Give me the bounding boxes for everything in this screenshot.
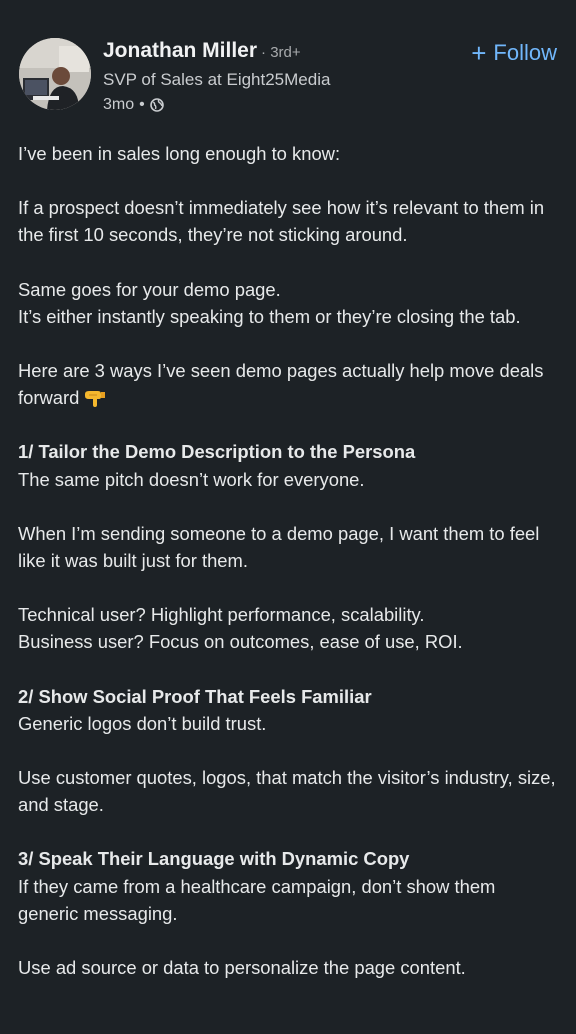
- backhand-index-pointing-down-icon: [83, 388, 107, 408]
- post-paragraph: Same goes for your demo page.: [18, 278, 281, 300]
- meta-separator: •: [139, 96, 145, 113]
- post-paragraph: Generic logos don’t build trust.: [18, 712, 267, 734]
- plus-icon: +: [471, 38, 487, 68]
- post-paragraph: Here are 3 ways I’ve seen demo pages act…: [18, 357, 558, 411]
- follow-label: Follow: [493, 40, 557, 65]
- post-paragraph: Technical user? Highlight performance, s…: [18, 604, 425, 626]
- globe-icon: [149, 98, 164, 112]
- connection-degree: · 3rd+: [261, 44, 301, 61]
- post-paragraph: When I’m sending someone to a demo page,…: [18, 522, 540, 572]
- post-header: Jonathan Miller · 3rd+ SVP of Sales at E…: [0, 0, 576, 130]
- post-paragraph: Use customer quotes, logos, that match t…: [18, 767, 556, 816]
- post-paragraph: If they came from a healthcare campaign,…: [18, 875, 496, 924]
- follow-button[interactable]: + Follow: [471, 40, 557, 66]
- profile-photo-icon: [19, 38, 91, 110]
- post-paragraph: Business user? Focus on outcomes, ease o…: [18, 631, 463, 653]
- author-headline: SVP of Sales at Eight25Media: [103, 70, 331, 89]
- section-heading: 1/ Tailor the Demo Description to the Pe…: [18, 441, 416, 463]
- avatar[interactable]: [19, 38, 91, 110]
- post-paragraph: It’s either instantly speaking to them o…: [18, 305, 521, 327]
- author-name[interactable]: Jonathan Miller: [103, 39, 257, 63]
- author-name-row: Jonathan Miller · 3rd+: [103, 39, 301, 63]
- post-body: I’ve been in sales long enough to know: …: [18, 140, 558, 981]
- post-paragraph: Use ad source or data to personalize the…: [18, 957, 466, 979]
- post-meta: 3mo •: [103, 96, 164, 114]
- section-heading: 3/ Speak Their Language with Dynamic Cop…: [18, 848, 410, 870]
- post-paragraph: The same pitch doesn’t work for everyone…: [18, 468, 365, 490]
- section-heading: 2/ Show Social Proof That Feels Familiar: [18, 685, 372, 707]
- post-paragraph: I’ve been in sales long enough to know:: [18, 143, 341, 164]
- post-time: 3mo: [103, 96, 135, 113]
- post-paragraph: If a prospect doesn’t immediately see ho…: [18, 197, 545, 246]
